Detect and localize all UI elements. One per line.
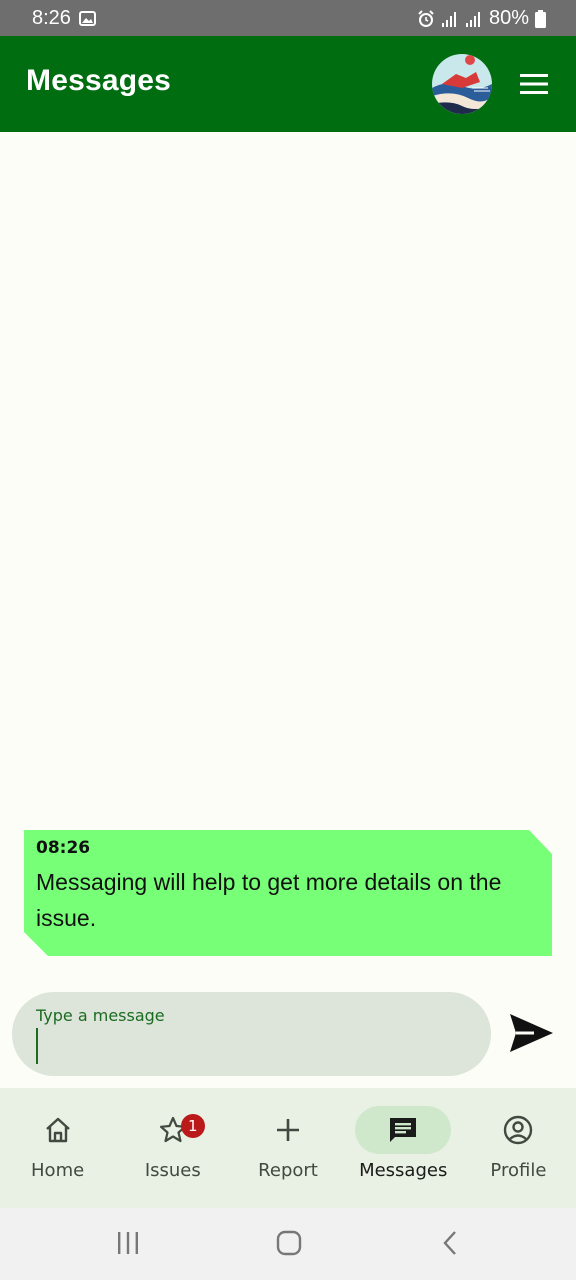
nav-item-profile[interactable]: Profile <box>461 1088 576 1208</box>
nav-item-messages[interactable]: Messages <box>346 1088 461 1208</box>
message-list[interactable]: 08:26 Messaging will help to get more de… <box>0 132 576 1088</box>
text-caret <box>36 1028 38 1064</box>
input-placeholder: Type a message <box>36 1006 165 1025</box>
nav-icon-container <box>470 1106 566 1154</box>
nav-item-home[interactable]: Home <box>0 1088 115 1208</box>
nav-label-home: Home <box>31 1160 85 1181</box>
nav-label-issues: Issues <box>144 1160 201 1181</box>
back-icon[interactable] <box>440 1230 460 1256</box>
hamburger-menu-icon[interactable] <box>518 70 550 98</box>
send-icon[interactable] <box>506 1010 556 1056</box>
message-input[interactable]: Type a message <box>12 992 491 1076</box>
status-bar: 8:26 80% <box>0 0 576 36</box>
nav-label-report: Report <box>258 1160 318 1181</box>
message-bubble[interactable]: 08:26 Messaging will help to get more de… <box>24 830 552 956</box>
nav-icon-container <box>240 1106 336 1154</box>
nav-item-issues[interactable]: 1 Issues <box>115 1088 230 1208</box>
profile-icon <box>504 1115 533 1145</box>
nav-label-profile: Profile <box>490 1160 547 1181</box>
app-bar: Messages <box>0 36 576 132</box>
signal-icon <box>441 11 456 27</box>
status-time: 8:26 <box>32 7 71 29</box>
bottom-navigation: Home 1 Issues Report Messages Profile <box>0 1088 576 1208</box>
nav-icon-container: 1 <box>125 1106 221 1154</box>
home-circle-icon[interactable] <box>276 1230 302 1256</box>
nav-item-report[interactable]: Report <box>230 1088 345 1208</box>
message-time: 08:26 <box>36 838 91 858</box>
avatar[interactable] <box>432 54 492 114</box>
message-text: Messaging will help to get more details … <box>36 869 502 931</box>
page-title: Messages <box>26 64 172 97</box>
home-icon <box>45 1117 70 1143</box>
system-navigation-bar <box>0 1208 576 1280</box>
nav-icon-container <box>10 1106 106 1154</box>
plus-icon <box>277 1119 299 1141</box>
image-icon <box>79 11 96 26</box>
issues-badge: 1 <box>180 1114 205 1138</box>
battery-icon <box>535 9 546 28</box>
message-icon <box>390 1118 417 1142</box>
alarm-icon <box>418 9 434 27</box>
signal-icon <box>465 11 480 27</box>
battery-percent: 80% <box>488 7 529 29</box>
recent-apps-icon[interactable] <box>116 1230 140 1256</box>
avatar-image <box>432 54 492 114</box>
status-icons: 80% <box>417 7 546 30</box>
nav-icon-container <box>355 1106 452 1154</box>
nav-label-messages: Messages <box>359 1160 448 1181</box>
